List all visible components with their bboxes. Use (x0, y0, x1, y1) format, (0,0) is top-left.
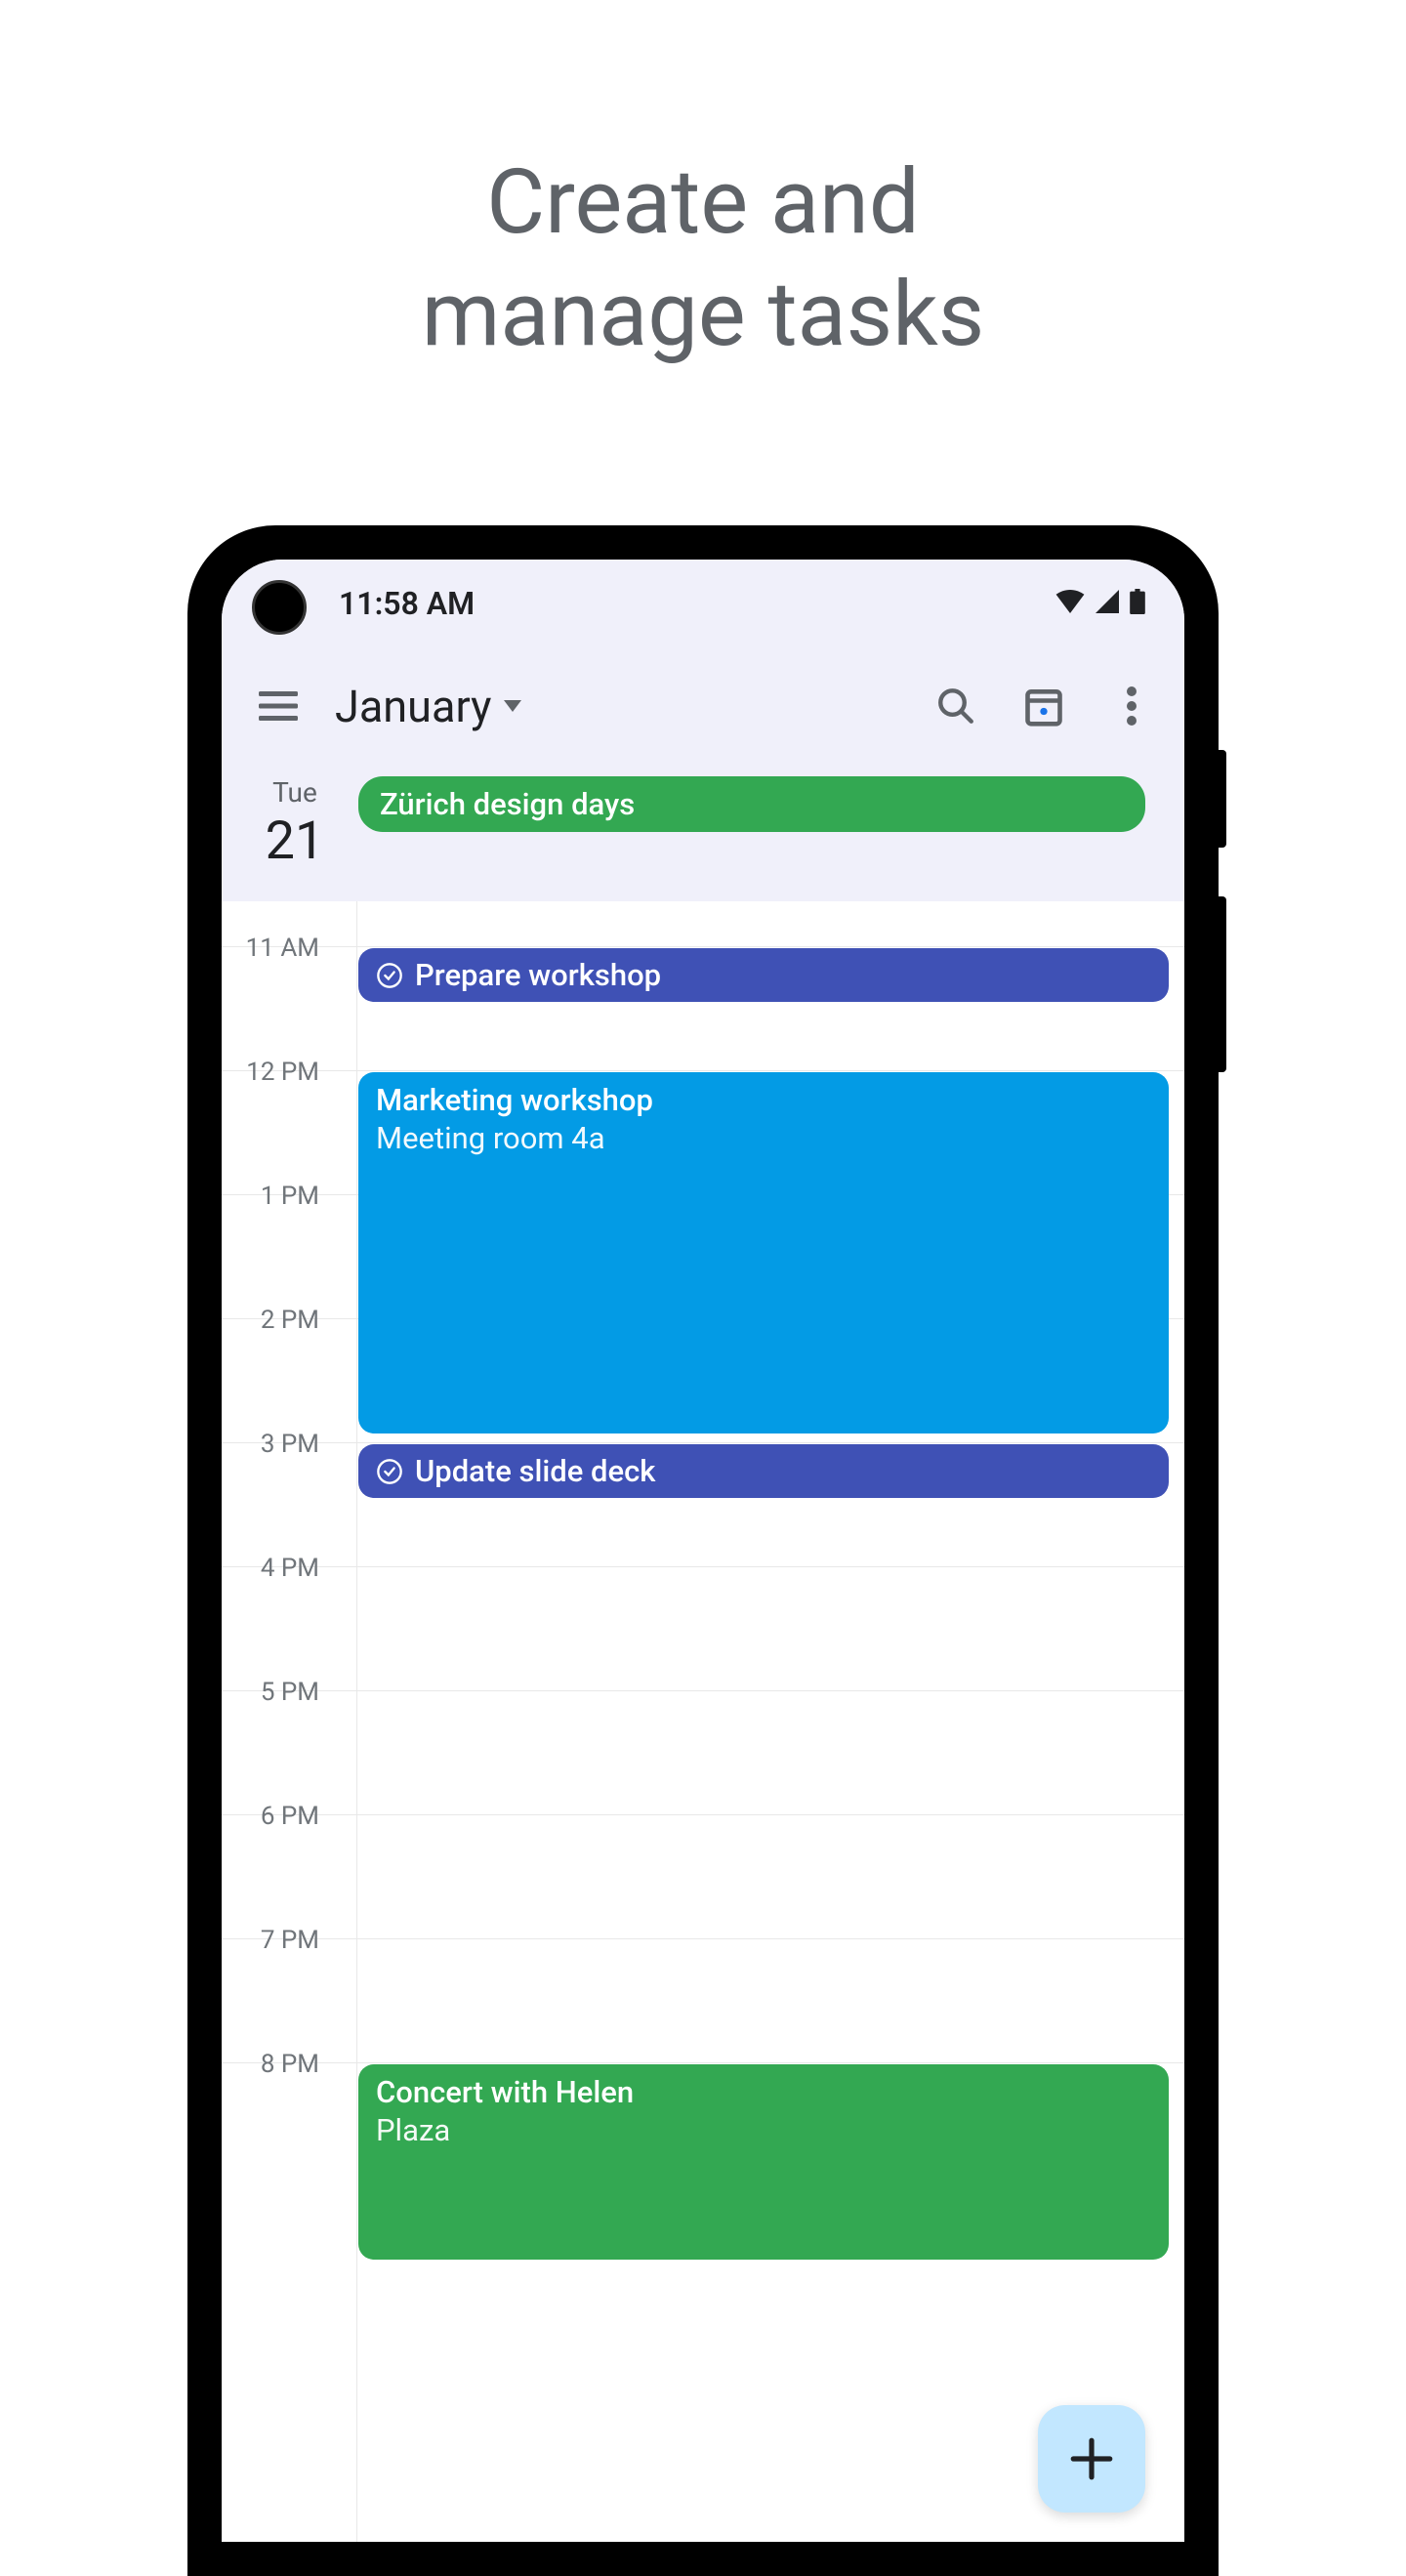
event-location: Meeting room 4a (376, 1120, 1151, 1156)
hour-label-5pm: 5 PM (222, 1678, 339, 1707)
camera-hole (252, 580, 307, 635)
overflow-menu-button[interactable] (1108, 683, 1155, 729)
hour-label-4pm: 4 PM (222, 1554, 339, 1583)
event-title: Marketing workshop (376, 1082, 1151, 1118)
event-concert[interactable]: Concert with Helen Plaza (358, 2064, 1169, 2260)
create-fab-button[interactable] (1038, 2405, 1145, 2513)
app-toolbar: January (222, 647, 1184, 765)
calendar-body[interactable]: 11 AM 12 PM 1 PM 2 PM 3 PM 4 P (222, 901, 1184, 2542)
task-event-update-slide-deck[interactable]: Update slide deck (358, 1444, 1169, 1498)
search-button[interactable] (932, 683, 979, 729)
hour-label-1pm: 1 PM (222, 1182, 339, 1211)
hour-label-8pm: 8 PM (222, 2050, 339, 2079)
chevron-down-icon (503, 700, 522, 712)
event-location: Plaza (376, 2112, 1151, 2148)
cellular-signal-icon (1095, 590, 1120, 617)
phone-screen: 11:58 AM (222, 560, 1184, 2542)
month-selector[interactable]: January (335, 681, 903, 732)
status-icons (1055, 589, 1145, 618)
day-header: Tue 21 Zürich design days (222, 765, 1184, 901)
hour-label-11am: 11 AM (222, 934, 339, 963)
more-vert-icon (1127, 686, 1137, 726)
page-headline: Create and manage tasks (0, 0, 1406, 371)
task-check-icon (376, 962, 403, 989)
status-time: 11:58 AM (339, 585, 475, 622)
task-check-icon (376, 1458, 403, 1485)
wifi-icon (1055, 590, 1085, 617)
hour-label-3pm: 3 PM (222, 1430, 339, 1459)
events-container: Prepare workshop Marketing workshop Meet… (358, 901, 1169, 2542)
event-title: Update slide deck (415, 1453, 655, 1489)
battery-icon (1130, 589, 1145, 618)
hamburger-icon (259, 691, 298, 721)
allday-events-container: Zürich design days (358, 776, 1155, 832)
toolbar-actions (932, 683, 1155, 729)
page-title-line1: Create and (0, 146, 1406, 259)
task-event-prepare-workshop[interactable]: Prepare workshop (358, 948, 1169, 1002)
hour-label-7pm: 7 PM (222, 1926, 339, 1955)
time-grid: 11 AM 12 PM 1 PM 2 PM 3 PM 4 P (222, 901, 1184, 2542)
page-title-line2: manage tasks (0, 259, 1406, 371)
day-label-column: Tue 21 (251, 776, 339, 872)
phone-side-buttons (1217, 750, 1226, 1072)
hour-label-6pm: 6 PM (222, 1802, 339, 1831)
hour-label-12pm: 12 PM (222, 1058, 339, 1087)
today-button[interactable] (1020, 683, 1067, 729)
allday-event-title: Zürich design days (380, 786, 635, 822)
event-title: Concert with Helen (376, 2074, 1151, 2110)
status-bar: 11:58 AM (222, 560, 1184, 647)
day-number: 21 (251, 810, 339, 872)
hour-label-2pm: 2 PM (222, 1306, 339, 1335)
calendar-today-icon (1022, 685, 1065, 727)
phone-frame: 11:58 AM (187, 525, 1219, 2576)
month-label: January (335, 681, 491, 732)
day-weekday: Tue (251, 776, 339, 809)
allday-event[interactable]: Zürich design days (358, 776, 1145, 832)
hamburger-menu-button[interactable] (251, 679, 306, 733)
meeting-event-marketing-workshop[interactable]: Marketing workshop Meeting room 4a (358, 1072, 1169, 1433)
plus-icon (1067, 2434, 1116, 2483)
search-icon (935, 686, 976, 727)
event-title: Prepare workshop (415, 957, 661, 993)
phone-inner-frame: 11:58 AM (207, 545, 1199, 2556)
